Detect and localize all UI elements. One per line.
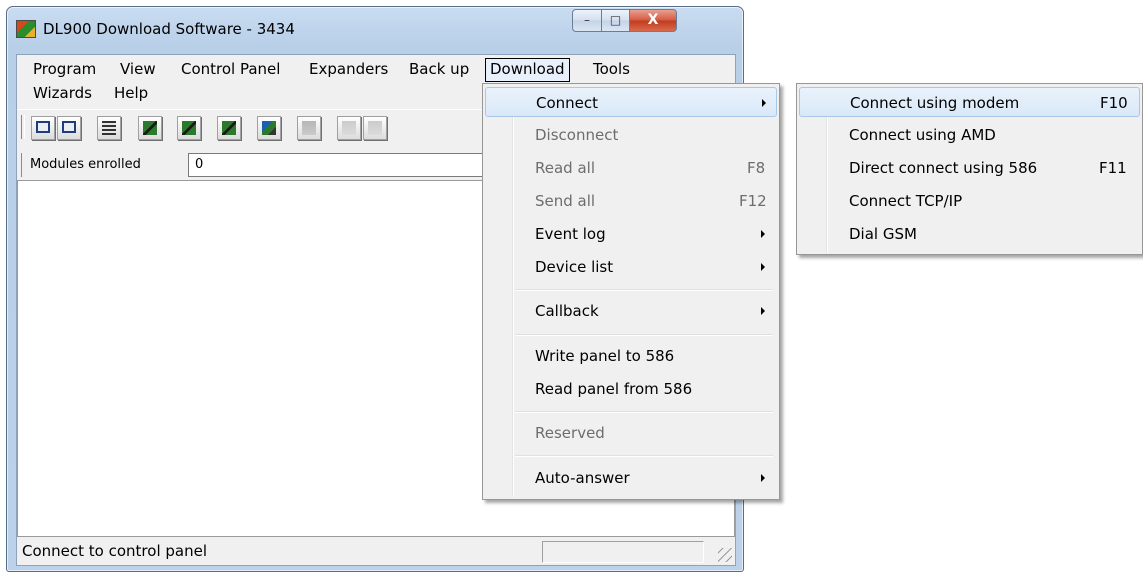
menu-item-label: Callback <box>535 302 599 320</box>
send-icon[interactable] <box>257 116 281 140</box>
menu-item-label: Event log <box>535 225 606 243</box>
connect-icon[interactable] <box>31 116 55 140</box>
send-glyph <box>262 121 276 135</box>
menu-item-label: Send all <box>535 192 596 210</box>
close-button[interactable]: X <box>629 9 677 32</box>
menu-item-read-panel[interactable]: Read panel from 586 <box>485 374 777 404</box>
upload-icon[interactable] <box>337 116 361 140</box>
keypad-glyph <box>102 121 116 135</box>
menu-item-reserved[interactable]: Reserved <box>485 418 777 448</box>
menu-item-label: Read panel from 586 <box>535 380 693 398</box>
toolbar-grip[interactable] <box>21 115 25 139</box>
title-bar[interactable]: DL900 Download Software - 3434 – □ X <box>7 7 743 53</box>
menu-item-auto-answer[interactable]: Auto-answer <box>485 463 777 493</box>
shortcut-label: F10 <box>1100 94 1128 112</box>
status-panel <box>542 541 704 563</box>
maximize-button[interactable]: □ <box>601 9 630 32</box>
read-icon[interactable] <box>217 116 241 140</box>
shortcut-label: F12 <box>739 192 767 210</box>
modules-enrolled-field: 0 <box>188 153 496 177</box>
upload-glyph <box>342 121 356 135</box>
status-bar: Connect to control panel <box>17 539 735 565</box>
menu-item-label: Connect TCP/IP <box>849 192 963 210</box>
app-icon <box>16 20 36 38</box>
submenu-arrow-icon <box>761 307 765 315</box>
minimize-button[interactable]: – <box>572 9 602 32</box>
menu-expanders[interactable]: Expanders <box>305 58 392 80</box>
menu-item-label: Connect using AMD <box>849 126 996 144</box>
menu-item-label: Connect using modem <box>850 94 1020 112</box>
menu-separator <box>515 455 773 457</box>
menu-item-send-all[interactable]: Send all F12 <box>485 186 777 216</box>
resize-grip[interactable] <box>718 548 732 562</box>
menu-view[interactable]: View <box>116 58 160 80</box>
submenu-arrow-icon <box>762 99 766 107</box>
submenu-arrow-icon <box>761 474 765 482</box>
menu-item-connect[interactable]: Connect <box>485 87 777 117</box>
keypad-icon[interactable] <box>97 116 121 140</box>
modules-glyph <box>143 121 157 135</box>
menu-item-disconnect[interactable]: Disconnect <box>485 120 777 150</box>
menu-separator <box>515 334 773 336</box>
shortcut-label: F8 <box>747 159 766 177</box>
panel-icon[interactable] <box>177 116 201 140</box>
menu-control-panel[interactable]: Control Panel <box>177 58 284 80</box>
menu-wizards[interactable]: Wizards <box>29 82 96 104</box>
menu-item-device-list[interactable]: Device list <box>485 252 777 282</box>
menu-item-connect-tcpip[interactable]: Connect TCP/IP <box>799 186 1140 216</box>
shortcut-label: F11 <box>1099 159 1127 177</box>
menu-item-connect-modem[interactable]: Connect using modem F10 <box>799 87 1140 117</box>
status-text: Connect to control panel <box>22 542 207 560</box>
menu-separator <box>515 411 773 413</box>
download-glyph <box>368 121 382 135</box>
modules-icon[interactable] <box>138 116 162 140</box>
menu-item-label: Connect <box>536 94 599 112</box>
menu-tools[interactable]: Tools <box>589 58 634 80</box>
menu-separator <box>515 289 773 291</box>
menu-item-label: Dial GSM <box>849 225 917 243</box>
disconnect-icon[interactable] <box>57 116 81 140</box>
submenu-arrow-icon <box>761 230 765 238</box>
menu-back-up[interactable]: Back up <box>405 58 473 80</box>
menu-item-label: Auto-answer <box>535 469 630 487</box>
menu-item-label: Direct connect using 586 <box>849 159 1038 177</box>
menu-program[interactable]: Program <box>29 58 100 80</box>
cancel-icon[interactable] <box>297 116 321 140</box>
modules-enrolled-label: Modules enrolled <box>21 153 180 177</box>
menu-help[interactable]: Help <box>110 82 152 104</box>
cancel-glyph <box>302 121 316 135</box>
menu-item-direct-connect[interactable]: Direct connect using 586 F11 <box>799 153 1140 183</box>
menu-item-dial-gsm[interactable]: Dial GSM <box>799 219 1140 249</box>
menu-item-label: Read all <box>535 159 595 177</box>
read-glyph <box>222 121 236 135</box>
submenu-arrow-icon <box>761 263 765 271</box>
menu-item-event-log[interactable]: Event log <box>485 219 777 249</box>
window-title: DL900 Download Software - 3434 <box>43 20 295 38</box>
menu-item-label: Device list <box>535 258 614 276</box>
menu-item-read-all[interactable]: Read all F8 <box>485 153 777 183</box>
disconnect-glyph <box>62 121 76 133</box>
menu-item-connect-amd[interactable]: Connect using AMD <box>799 120 1140 150</box>
menu-item-callback[interactable]: Callback <box>485 296 777 326</box>
connect-glyph <box>36 121 50 133</box>
menu-item-label: Reserved <box>535 424 605 442</box>
panel-glyph <box>182 121 196 135</box>
menu-download[interactable]: Download <box>485 58 570 82</box>
download-menu: Connect Disconnect Read all F8 Send all … <box>482 83 780 500</box>
connect-submenu: Connect using modem F10 Connect using AM… <box>796 83 1143 255</box>
menu-item-write-panel[interactable]: Write panel to 586 <box>485 341 777 371</box>
download-icon[interactable] <box>363 116 387 140</box>
menu-item-label: Disconnect <box>535 126 619 144</box>
menu-item-label: Write panel to 586 <box>535 347 675 365</box>
